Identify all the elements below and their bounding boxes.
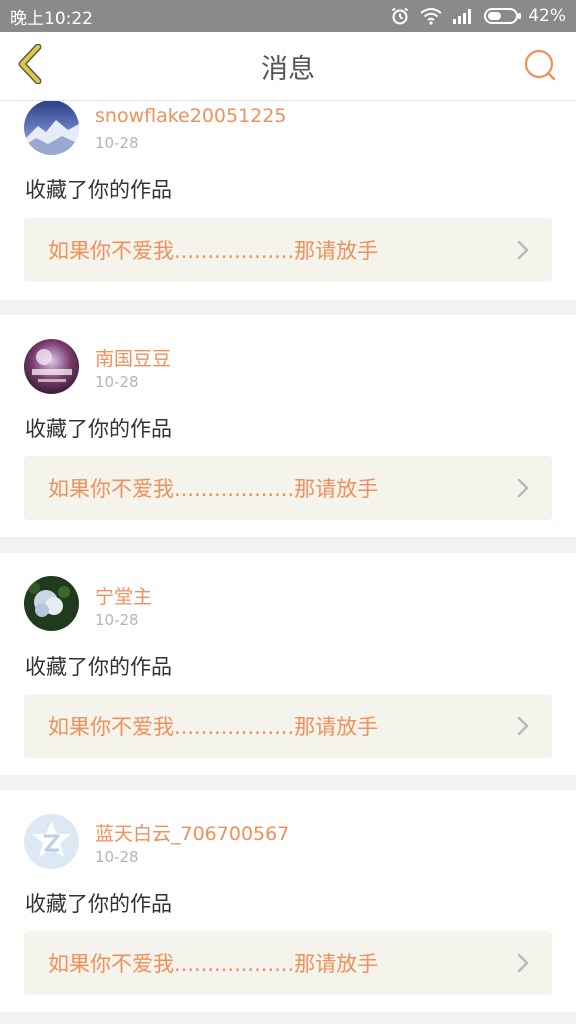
message-item[interactable]: 宁堂主 10-28 收藏了你的作品 如果你不爱我................… <box>0 553 576 775</box>
message-action: 收藏了你的作品 <box>25 655 172 679</box>
work-title: 如果你不爱我..................那请放手 <box>48 715 379 739</box>
page-title: 消息 <box>261 54 315 85</box>
username[interactable]: 蓝天白云_706700567 <box>95 819 289 846</box>
battery-percent: 42% <box>528 6 566 26</box>
battery-icon <box>484 8 522 24</box>
message-list: snowflake20051225 10-28 收藏了你的作品 如果你不爱我..… <box>0 101 576 1024</box>
chevron-right-icon <box>516 716 530 736</box>
work-title: 如果你不爱我..................那请放手 <box>48 952 379 976</box>
message-action: 收藏了你的作品 <box>25 892 172 916</box>
signal-icon <box>452 8 474 24</box>
status-time: 晚上10:22 <box>10 8 93 29</box>
work-title: 如果你不爱我..................那请放手 <box>48 239 379 263</box>
message-time: 10-28 <box>95 848 139 866</box>
work-card[interactable]: 如果你不爱我..................那请放手 <box>24 456 552 520</box>
message-action: 收藏了你的作品 <box>25 417 172 441</box>
chevron-right-icon <box>516 478 530 498</box>
work-card[interactable]: 如果你不爱我..................那请放手 <box>24 694 552 758</box>
chevron-right-icon <box>516 240 530 260</box>
back-button[interactable] <box>10 43 50 88</box>
work-card[interactable]: 如果你不爱我..................那请放手 <box>24 931 552 995</box>
avatar[interactable] <box>24 101 79 155</box>
avatar[interactable] <box>24 339 79 394</box>
work-card[interactable]: 如果你不爱我..................那请放手 <box>24 218 552 282</box>
chevron-left-icon <box>16 43 44 88</box>
message-time: 10-28 <box>95 373 139 391</box>
username[interactable]: 宁堂主 <box>95 582 152 609</box>
message-item[interactable]: snowflake20051225 10-28 收藏了你的作品 如果你不爱我..… <box>0 101 576 300</box>
search-button[interactable] <box>522 49 558 85</box>
header-bar: 消息 <box>0 32 576 101</box>
chevron-right-icon <box>516 953 530 973</box>
message-item[interactable]: 南国豆豆 10-28 收藏了你的作品 如果你不爱我...............… <box>0 315 576 537</box>
battery-group: 42% <box>484 6 566 26</box>
message-time: 10-28 <box>95 134 139 152</box>
message-action: 收藏了你的作品 <box>25 178 172 202</box>
status-icons: 42% <box>390 6 566 26</box>
search-icon <box>523 48 557 86</box>
wifi-icon <box>420 7 442 25</box>
username[interactable]: 南国豆豆 <box>95 344 171 371</box>
alarm-icon <box>390 6 410 26</box>
status-time-group: 晚上10:22 <box>10 4 93 29</box>
username[interactable]: snowflake20051225 <box>95 105 286 127</box>
message-item[interactable]: 蓝天白云_706700567 10-28 收藏了你的作品 如果你不爱我.....… <box>0 790 576 1012</box>
message-time: 10-28 <box>95 611 139 629</box>
work-title: 如果你不爱我..................那请放手 <box>48 477 379 501</box>
avatar[interactable] <box>24 814 79 869</box>
status-bar: 晚上10:22 42% <box>0 0 576 32</box>
avatar[interactable] <box>24 576 79 631</box>
